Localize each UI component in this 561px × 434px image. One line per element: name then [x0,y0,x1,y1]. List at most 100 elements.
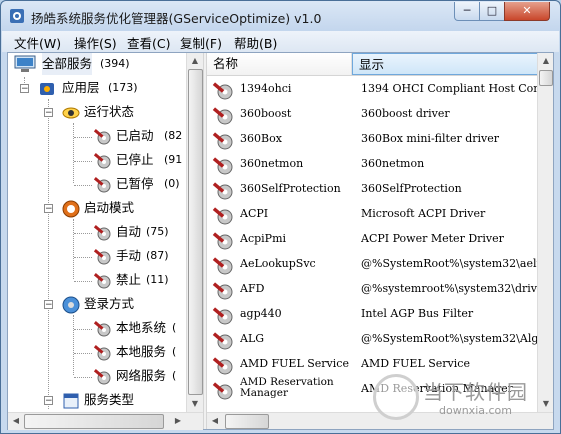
menu-copy[interactable]: 复制(F) [176,33,226,52]
tree-label: 网络服务 [116,368,167,383]
table-row[interactable]: 360Box 360Box mini-filter driver [207,126,537,151]
wrench-gear-icon [93,225,111,241]
tree-label: 已启动 [116,128,154,143]
app-layer-icon [40,83,54,95]
table-row[interactable]: agp440 Intel AGP Bus Filter [207,301,537,326]
table-row[interactable]: 1394ohci 1394 OHCI Compliant Host Contr [207,76,547,101]
menu-help[interactable]: 帮助(B) [230,33,281,52]
wrench-gear-icon [93,129,111,145]
scroll-up-icon[interactable]: ▲ [538,53,553,69]
service-display-name: 360boost driver [361,107,450,120]
title-bar[interactable]: 扬皓系统服务优化管理器(GServiceOptimize) v1.0 ─ □ ✕ [1,1,560,31]
tree-node-paused[interactable]: 已暂停 (0) [8,173,186,195]
tree-node-app-layer[interactable]: − 应用层 (173) [8,77,186,99]
tree-node-disabled[interactable]: 禁止 (11) [8,269,186,291]
service-display-name: @%SystemRoot%\system32\aelupsv [361,257,547,270]
service-display-name: 1394 OHCI Compliant Host Contr [361,82,547,95]
service-display-name: Microsoft ACPI Driver [361,207,486,220]
wrench-gear-icon [93,153,111,169]
service-display-name: 360SelfProtection [361,182,462,195]
wrench-gear-icon [212,157,233,175]
table-row[interactable]: AMD FUEL Service AMD FUEL Service [207,351,537,376]
tree-node-all-services[interactable]: 全部服务 (394) [8,53,186,75]
watermark: 当下软件园 downxia.com [373,374,551,426]
wrench-gear-icon [212,207,233,225]
wrench-gear-icon [212,357,233,375]
table-row[interactable]: ACPI Microsoft ACPI Driver [207,201,537,226]
table-row[interactable]: 360boost 360boost driver [207,101,537,126]
tree-node-local-system[interactable]: 本地系统 ( [8,317,186,339]
wrench-gear-icon [212,307,233,325]
window-title: 扬皓系统服务优化管理器(GServiceOptimize) v1.0 [31,11,322,26]
menu-file[interactable]: 文件(W) [10,33,65,52]
tree-node-network-service[interactable]: 网络服务 ( [8,365,186,387]
wrench-gear-icon [212,182,233,200]
tree-node-auto[interactable]: 自动 (75) [8,221,186,243]
scroll-left-icon[interactable]: ◀ [207,413,223,429]
tree-horizontal-scrollbar[interactable]: ◀ ▶ [8,412,203,430]
minimize-button[interactable]: ─ [454,2,480,21]
close-button[interactable]: ✕ [504,2,550,21]
table-row[interactable]: AFD @%systemroot%\system32\drivers [207,276,547,301]
tree-label: 服务类型 [84,392,135,407]
list-header: 名称 显示 [207,53,547,76]
tree-node-run-state[interactable]: − 运行状态 [8,101,186,123]
tree-node-start-mode[interactable]: − 启动模式 [8,197,186,219]
service-list[interactable]: 名称 显示 1394ohci 1394 OHCI Compliant Host C… [207,53,553,429]
wrench-gear-icon [93,273,111,289]
collapse-toggle[interactable]: − [44,300,53,310]
scroll-thumb[interactable] [24,414,164,429]
tree-node-manual[interactable]: 手动 (87) [8,245,186,267]
scroll-thumb[interactable] [188,69,203,395]
scroll-up-icon[interactable]: ▲ [187,53,203,69]
service-display-name: 360netmon [361,157,425,170]
table-row[interactable]: 360netmon 360netmon [207,151,537,176]
column-header-name[interactable]: 名称 [207,53,352,75]
service-display-name: @%systemroot%\system32\drivers [361,282,547,295]
scroll-thumb[interactable] [539,70,553,86]
app-gear-icon [10,9,24,23]
collapse-toggle[interactable]: − [44,108,53,118]
service-name: AcpiPmi [240,232,287,245]
table-row[interactable]: ALG @%SystemRoot%\system32\Alg.exe [207,326,547,351]
tree-count: ( [172,369,177,382]
collapse-toggle[interactable]: − [44,396,53,406]
maximize-button[interactable]: □ [479,2,505,21]
menu-operation[interactable]: 操作(S) [70,33,121,52]
scroll-left-icon[interactable]: ◀ [8,413,24,429]
table-row[interactable]: AcpiPmi ACPI Power Meter Driver [207,226,537,251]
scroll-down-icon[interactable]: ▼ [187,396,203,412]
table-row[interactable]: AeLookupSvc @%SystemRoot%\system32\aelups… [207,251,547,276]
wrench-gear-icon [93,321,111,337]
globe-gear-icon [62,296,80,314]
column-header-display[interactable]: 显示 [352,53,547,75]
tree-node-started[interactable]: 已启动 (82 [8,125,186,147]
tree-node-local-service[interactable]: 本地服务 ( [8,341,186,363]
tree-label: 应用层 [62,80,100,95]
tree-count: ( [172,321,177,334]
service-tree[interactable]: 全部服务 (394) − 应用层 (173) − 运行状态 已启动 (82 已停… [8,53,186,429]
tree-node-service-type[interactable]: − 服务类型 [8,389,186,411]
service-name: AMD FUEL Service [240,357,349,370]
tree-node-logon[interactable]: − 登录方式 [8,293,186,315]
wrench-gear-icon [93,249,111,265]
tree-count: (75) [146,225,169,238]
main-window: 扬皓系统服务优化管理器(GServiceOptimize) v1.0 ─ □ ✕… [0,0,561,434]
collapse-toggle[interactable]: − [20,84,29,94]
service-name: agp440 [240,307,282,320]
wrench-gear-icon [212,132,233,150]
collapse-toggle[interactable]: − [44,204,53,214]
list-vertical-scrollbar[interactable]: ▲ ▼ [537,53,553,412]
tree-vertical-scrollbar[interactable]: ▲ ▼ [186,53,204,412]
menu-view[interactable]: 查看(C) [123,33,174,52]
watermark-url: downxia.com [439,404,512,417]
tree-node-stopped[interactable]: 已停止 (91 [8,149,186,171]
wrench-gear-icon [93,177,111,193]
tree-label: 本地系统 [116,320,167,335]
wrench-gear-icon [93,369,111,385]
table-row[interactable]: 360SelfProtection 360SelfProtection [207,176,537,201]
tree-count: (0) [164,177,180,190]
scroll-right-icon[interactable]: ▶ [170,413,186,429]
wrench-gear-icon [212,282,233,300]
scroll-thumb[interactable] [225,414,269,429]
